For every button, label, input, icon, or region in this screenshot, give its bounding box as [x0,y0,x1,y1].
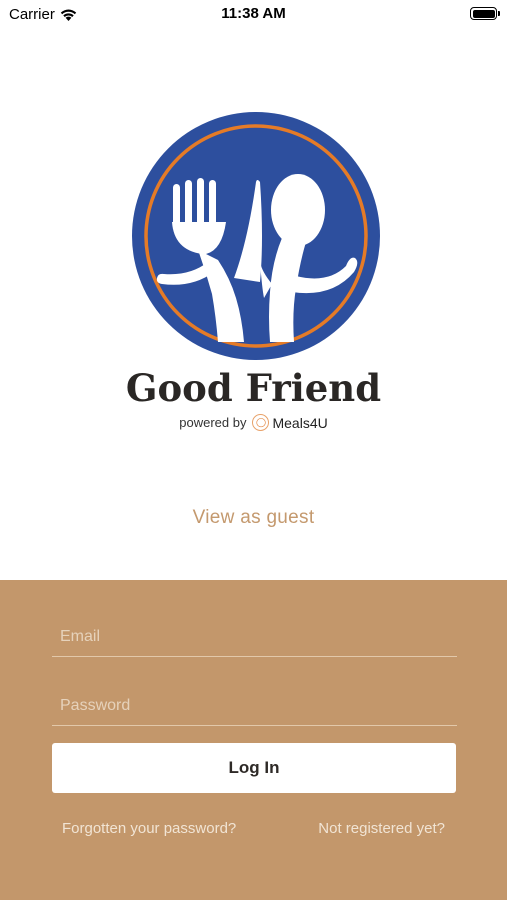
email-input[interactable] [52,617,457,656]
password-input[interactable] [52,686,457,725]
status-bar: Carrier 11:38 AM [0,0,507,28]
forgot-password-link[interactable]: Forgotten your password? [62,820,236,837]
register-link[interactable]: Not registered yet? [318,820,445,837]
powered-by-label: powered by [179,415,247,430]
meals4u-name: Meals4U [272,414,328,431]
email-field-container [52,617,457,657]
battery-icon [470,7,500,20]
fork-spoon-logo [132,112,380,360]
status-time: 11:38 AM [221,5,286,22]
password-field-container [52,686,457,726]
login-button[interactable]: Log In [52,743,456,793]
meals4u-icon: ◯ [252,414,270,431]
login-panel: Log In Forgotten your password? Not regi… [0,580,507,900]
powered-by-row: powered by ◯ Meals4U [0,414,507,431]
view-as-guest-link[interactable]: View as guest [0,507,507,529]
brand-name: Good Friend [125,366,382,410]
meals4u-logo: ◯ Meals4U [252,414,328,431]
